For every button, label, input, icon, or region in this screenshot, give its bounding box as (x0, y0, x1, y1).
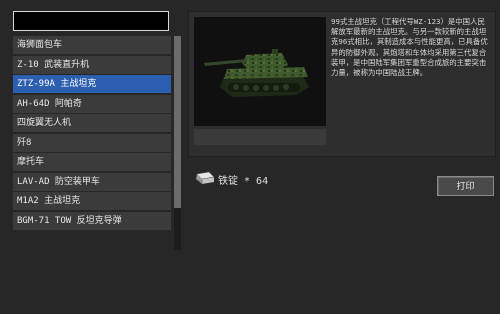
vehicle-description: 99式主战坦克（工程代号WZ-123）是中国人民解放军最新的主战坦克。与另一款较… (331, 17, 488, 78)
list-item[interactable]: 摩托车 (13, 153, 171, 171)
iron-ingot-icon (193, 170, 215, 185)
list-item-selected[interactable]: ZTZ-99A 主战坦克 (13, 75, 171, 93)
list-item[interactable]: BGM-71 TOW 反坦克导弹 (13, 211, 171, 230)
scrollbar-thumb[interactable] (174, 36, 181, 208)
list-item[interactable]: Z-10 武装直升机 (13, 55, 171, 74)
cost-label: 铁锭 * 64 (218, 176, 269, 187)
list-item[interactable]: 四旋翼无人机 (13, 114, 171, 132)
list-item[interactable]: 海狮面包车 (13, 36, 171, 54)
list-item[interactable]: 歼8 (13, 133, 171, 152)
print-button[interactable]: 打印 (437, 176, 494, 196)
tank-icon (204, 49, 309, 97)
vehicle-list: 海狮面包车 Z-10 武装直升机 ZTZ-99A 主战坦克 AH-64D 阿帕奇… (13, 36, 171, 250)
vehicle-preview (194, 17, 326, 126)
search-input[interactable] (13, 11, 169, 31)
list-item[interactable]: AH-64D 阿帕奇 (13, 94, 171, 113)
list-item[interactable]: M1A2 主战坦克 (13, 192, 171, 210)
list-scrollbar[interactable] (174, 36, 181, 250)
list-item[interactable]: LAV-AD 防空装甲车 (13, 172, 171, 191)
preview-caption-bar (194, 129, 326, 145)
